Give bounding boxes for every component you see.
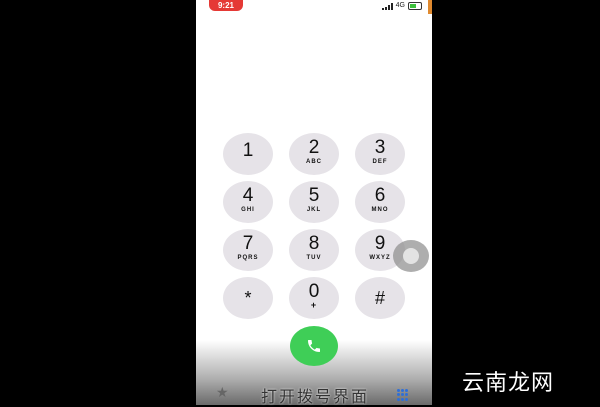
keypad-grid-icon[interactable] — [397, 389, 409, 401]
key-letters: PQRS — [237, 255, 259, 261]
star-icon[interactable]: ★ — [216, 385, 229, 399]
key-digit: 8 — [308, 233, 320, 254]
key-1[interactable]: 1 — [223, 133, 273, 175]
key-digit: * — [244, 288, 252, 308]
key-digit: 1 — [242, 140, 254, 161]
key-4[interactable]: 4 GHI — [223, 181, 273, 223]
call-button[interactable] — [290, 326, 338, 366]
key-0[interactable]: 0 + — [289, 277, 339, 319]
screen-edge-right — [428, 0, 432, 14]
key-letters: DEF — [372, 159, 388, 165]
key-digit: 5 — [308, 185, 320, 206]
key-letters: MNO — [371, 207, 389, 213]
key-5[interactable]: 5 JKL — [289, 181, 339, 223]
key-digit: # — [374, 288, 385, 308]
video-caption: 打开拨号界面 — [260, 387, 369, 406]
key-digit: 7 — [242, 233, 254, 254]
key-letters: + — [310, 300, 318, 310]
key-8[interactable]: 8 TUV — [289, 229, 339, 271]
key-3[interactable]: 3 DEF — [355, 133, 405, 175]
key-letters: TUV — [306, 255, 322, 261]
key-digit: 6 — [374, 185, 386, 206]
key-digit: 2 — [308, 137, 320, 158]
phone-icon — [308, 340, 320, 352]
key-hash[interactable]: # — [355, 277, 405, 319]
network-type: 4G — [395, 2, 405, 9]
key-star[interactable]: * — [223, 277, 273, 319]
status-time: 9:21 — [209, 0, 243, 11]
key-letters: GHI — [241, 207, 255, 213]
key-digit: 3 — [374, 137, 386, 158]
key-2[interactable]: 2 ABC — [289, 133, 339, 175]
signal-icon — [381, 2, 393, 10]
key-digit: 0 — [308, 281, 320, 302]
battery-icon — [408, 2, 422, 10]
watermark-text: 云南龙网 — [462, 371, 555, 396]
key-letters: JKL — [306, 207, 322, 213]
assistive-touch-icon — [403, 248, 419, 264]
key-7[interactable]: 7 PQRS — [223, 229, 273, 271]
key-digit: 4 — [242, 185, 254, 206]
assistive-touch-button[interactable] — [393, 240, 429, 272]
status-indicators: 4G — [381, 2, 422, 10]
key-6[interactable]: 6 MNO — [355, 181, 405, 223]
key-letters: ABC — [306, 159, 322, 165]
